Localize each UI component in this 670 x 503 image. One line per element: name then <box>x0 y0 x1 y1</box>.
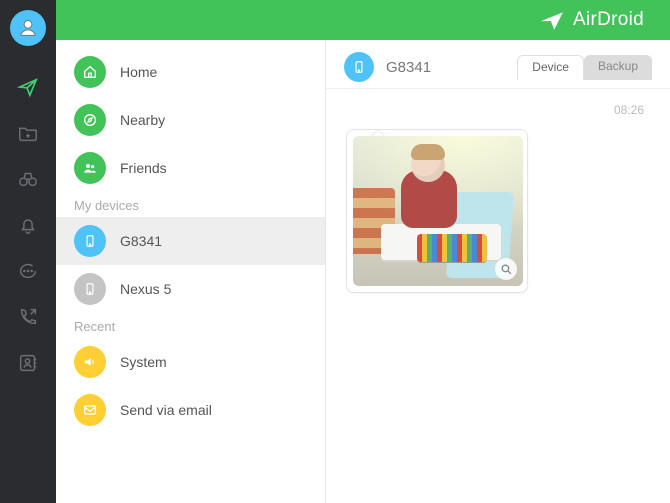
phone-icon <box>74 273 106 305</box>
list-item-label: Home <box>120 64 157 80</box>
nav-send[interactable] <box>17 76 39 98</box>
list-item-label: Send via email <box>120 402 212 418</box>
content: Home Nearby Friends My devices <box>56 40 670 503</box>
list-item-label: G8341 <box>120 233 162 249</box>
nav-calls[interactable] <box>17 306 39 328</box>
phone-out-icon <box>17 306 39 328</box>
brand-name: AirDroid <box>573 9 644 31</box>
device-item-g8341[interactable]: G8341 <box>56 217 325 265</box>
conversation-pane: G8341 Device Backup 08:26 <box>326 40 670 503</box>
main-area: AirDroid Home Nearby <box>56 0 670 503</box>
person-icon <box>17 17 39 39</box>
compass-icon <box>74 104 106 136</box>
list-item-label: Nearby <box>120 112 165 128</box>
list-item-label: System <box>120 354 167 370</box>
list-item-label: Friends <box>120 160 167 176</box>
nav-chat[interactable] <box>17 260 39 282</box>
message-image[interactable] <box>353 136 523 286</box>
app-root: AirDroid Home Nearby <box>0 0 670 503</box>
user-avatar[interactable] <box>10 10 46 46</box>
device-item-nexus5[interactable]: Nexus 5 <box>56 265 325 313</box>
nav-contacts[interactable] <box>17 352 39 374</box>
thread: 08:26 <box>326 89 670 503</box>
list-item-home[interactable]: Home <box>56 48 325 96</box>
message-bubble[interactable] <box>346 129 528 293</box>
list-item-nearby[interactable]: Nearby <box>56 96 325 144</box>
nav-rail <box>0 0 56 503</box>
contact-card-icon <box>17 352 39 374</box>
nav-files[interactable] <box>17 122 39 144</box>
tabs: Device Backup <box>517 55 652 80</box>
speaker-icon <box>74 346 106 378</box>
list-item-friends[interactable]: Friends <box>56 144 325 192</box>
tab-backup[interactable]: Backup <box>584 55 652 80</box>
phone-icon <box>344 52 374 82</box>
zoom-icon[interactable] <box>495 258 517 280</box>
recent-email[interactable]: Send via email <box>56 386 325 434</box>
list-item-label: Nexus 5 <box>120 281 171 297</box>
bell-icon <box>17 214 39 236</box>
phone-icon <box>74 225 106 257</box>
nav-discover[interactable] <box>17 168 39 190</box>
pane-header: G8341 Device Backup <box>326 40 670 89</box>
section-recent: Recent <box>56 313 325 338</box>
message-time: 08:26 <box>346 99 650 121</box>
device-title: G8341 <box>386 59 431 76</box>
recent-system[interactable]: System <box>56 338 325 386</box>
folder-icon <box>17 122 39 144</box>
mail-icon <box>74 394 106 426</box>
tab-device[interactable]: Device <box>517 55 584 80</box>
nav-notifications[interactable] <box>17 214 39 236</box>
airdroid-logo-icon <box>539 7 565 33</box>
app-header: AirDroid <box>56 0 670 40</box>
binoculars-icon <box>17 168 39 190</box>
chat-icon <box>17 260 39 282</box>
section-my-devices: My devices <box>56 192 325 217</box>
paper-plane-icon <box>17 76 39 98</box>
list-panel: Home Nearby Friends My devices <box>56 40 326 503</box>
friends-icon <box>74 152 106 184</box>
brand: AirDroid <box>539 7 644 33</box>
home-icon <box>74 56 106 88</box>
